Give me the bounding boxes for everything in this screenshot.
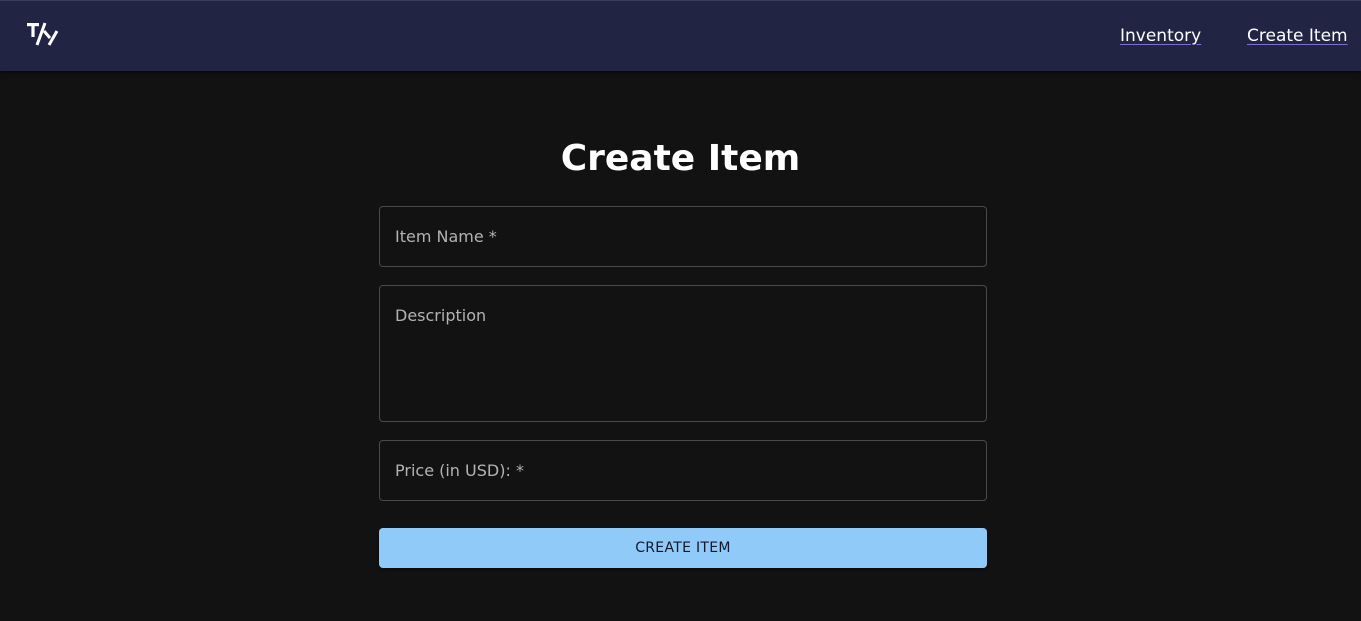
logo-icon[interactable] <box>26 21 60 47</box>
page-title: Create Item <box>560 138 801 179</box>
description-textarea[interactable] <box>379 285 987 422</box>
item-name-input[interactable] <box>379 206 987 267</box>
nav-link-create-item[interactable]: Create Item <box>1247 26 1348 46</box>
create-item-button[interactable]: CREATE ITEM <box>379 528 987 568</box>
price-input[interactable] <box>379 440 987 501</box>
nav-link-inventory[interactable]: Inventory <box>1120 26 1201 46</box>
top-navbar: Inventory Create Item <box>0 0 1361 71</box>
